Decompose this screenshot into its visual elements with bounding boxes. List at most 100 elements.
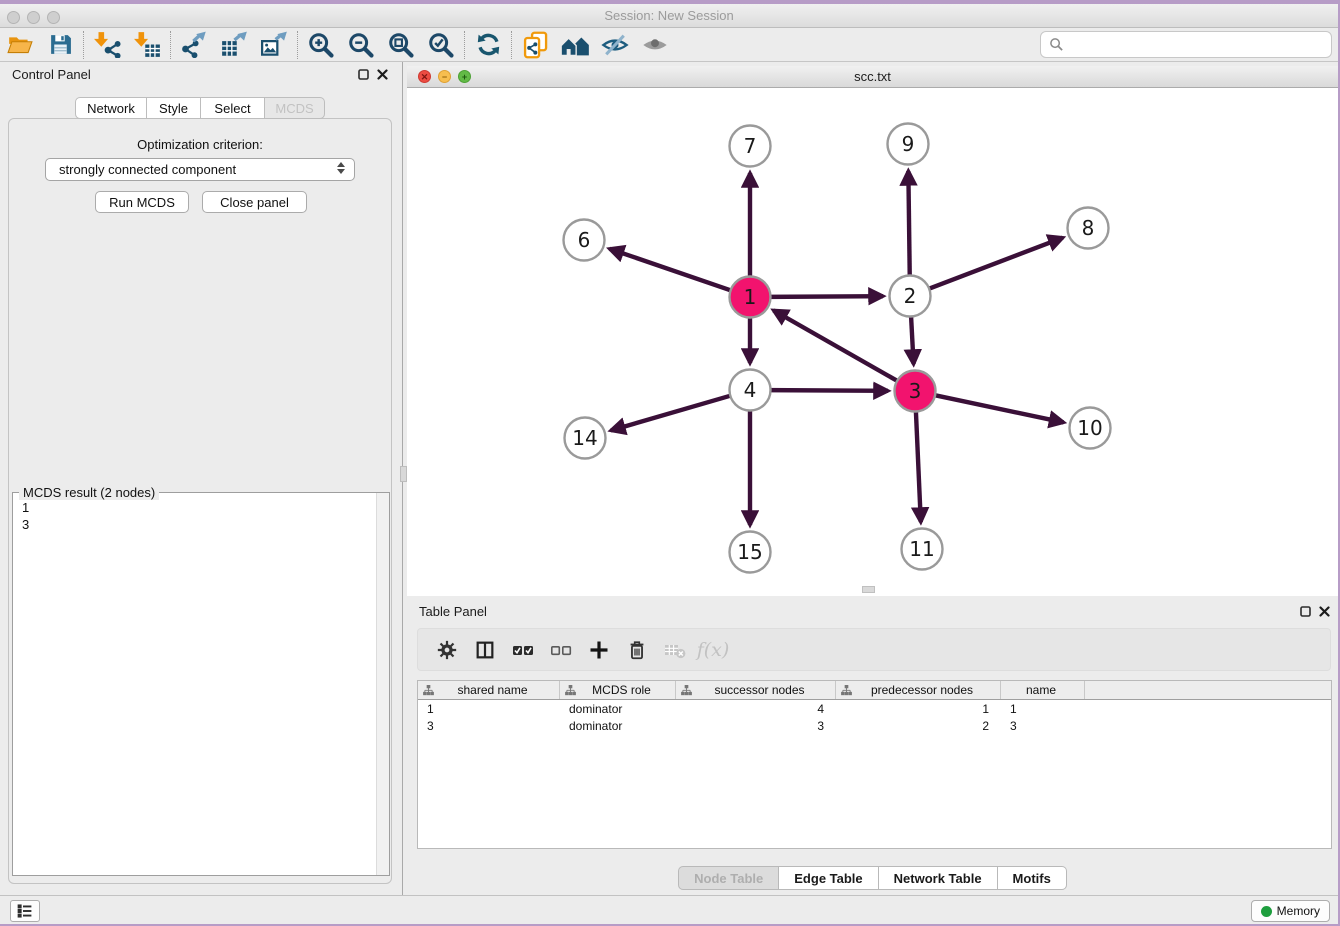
task-history-button[interactable]: [10, 900, 40, 922]
node-3[interactable]: 3: [895, 371, 936, 412]
select-all-icon: [511, 638, 535, 662]
import-table-button[interactable]: [127, 29, 167, 61]
criterion-dropdown[interactable]: strongly connected component: [45, 158, 355, 181]
cell-shared-name[interactable]: 1: [418, 702, 560, 716]
panel-divider[interactable]: [400, 62, 407, 895]
save-session-button[interactable]: [40, 29, 80, 61]
control-panel-header: Control Panel: [0, 62, 400, 86]
zoom-fit-button[interactable]: [381, 29, 421, 61]
refresh-layout-button[interactable]: [468, 29, 508, 61]
node-label: 10: [1077, 416, 1102, 440]
add-row-button[interactable]: [580, 632, 618, 668]
export-network-button[interactable]: [174, 29, 214, 61]
cell-mcds-role[interactable]: dominator: [560, 702, 676, 716]
node-10[interactable]: 10: [1070, 408, 1111, 449]
node-6[interactable]: 6: [564, 220, 605, 261]
column-label: successor nodes: [692, 683, 835, 697]
node-15[interactable]: 15: [730, 532, 771, 573]
function-builder-button[interactable]: f(x): [694, 632, 732, 668]
cell-mcds-role[interactable]: dominator: [560, 719, 676, 733]
column-header-predecessor-nodes[interactable]: predecessor nodes: [836, 681, 1001, 699]
network-canvas[interactable]: 7 9 6 8 1 2 4 3 14 10 15 11: [407, 88, 1338, 592]
edge-1-2[interactable]: [769, 296, 883, 297]
float-panel-icon[interactable]: [358, 69, 369, 80]
column-header-mcds-role[interactable]: MCDS role: [560, 681, 676, 699]
cell-predecessor-nodes[interactable]: 2: [836, 719, 1001, 733]
zoom-selected-button[interactable]: [421, 29, 461, 61]
clone-network-button[interactable]: [515, 29, 555, 61]
toolbar-separator: [464, 31, 465, 59]
search-field[interactable]: [1040, 31, 1332, 58]
table-row[interactable]: 1 dominator 4 1 1: [418, 700, 1331, 717]
node-1[interactable]: 1: [730, 277, 771, 318]
delete-row-button[interactable]: [618, 632, 656, 668]
column-header-successor-nodes[interactable]: successor nodes: [676, 681, 836, 699]
split-columns-button[interactable]: [466, 632, 504, 668]
node-7[interactable]: 7: [730, 126, 771, 167]
edge-4-3[interactable]: [769, 390, 888, 391]
close-panel-icon[interactable]: [1319, 606, 1330, 617]
close-panel-icon[interactable]: [377, 69, 388, 80]
node-4[interactable]: 4: [730, 370, 771, 411]
run-mcds-button[interactable]: Run MCDS: [95, 191, 189, 213]
cell-predecessor-nodes[interactable]: 1: [836, 702, 1001, 716]
cell-shared-name[interactable]: 3: [418, 719, 560, 733]
export-table-button[interactable]: [214, 29, 254, 61]
select-all-button[interactable]: [504, 632, 542, 668]
open-session-button[interactable]: [0, 29, 40, 61]
tab-motifs[interactable]: Motifs: [998, 866, 1067, 890]
float-panel-icon[interactable]: [1300, 606, 1311, 617]
network-resize-grip[interactable]: [862, 586, 875, 593]
status-bar: Memory: [0, 895, 1338, 924]
tab-select[interactable]: Select: [201, 97, 265, 119]
edge-1-6[interactable]: [610, 249, 732, 291]
cell-name[interactable]: 3: [1001, 719, 1085, 733]
zoom-out-icon: [347, 31, 375, 59]
zoom-out-button[interactable]: [341, 29, 381, 61]
table-row[interactable]: 3 dominator 3 2 3: [418, 717, 1331, 734]
export-image-button[interactable]: [254, 29, 294, 61]
tab-edge-table[interactable]: Edge Table: [779, 866, 878, 890]
tab-network[interactable]: Network: [75, 97, 147, 119]
column-header-shared-name[interactable]: shared name: [418, 681, 560, 699]
edge-3-1[interactable]: [773, 310, 898, 381]
result-line[interactable]: 3: [14, 516, 375, 533]
divider-grip[interactable]: [400, 466, 407, 482]
edge-3-11[interactable]: [916, 410, 921, 522]
table-settings-button[interactable]: [428, 632, 466, 668]
node-8[interactable]: 8: [1068, 208, 1109, 249]
edge-3-10[interactable]: [934, 395, 1064, 422]
edge-2-9[interactable]: [908, 171, 909, 277]
tab-mcds[interactable]: MCDS: [265, 97, 325, 119]
close-panel-button[interactable]: Close panel: [202, 191, 307, 213]
tab-network-table[interactable]: Network Table: [879, 866, 998, 890]
cell-successor-nodes[interactable]: 4: [676, 702, 836, 716]
node-14[interactable]: 14: [565, 418, 606, 459]
toolbar-separator: [511, 31, 512, 59]
export-image-icon: [261, 31, 288, 58]
edge-4-14[interactable]: [611, 395, 732, 430]
result-line[interactable]: 1: [14, 499, 375, 516]
delete-table-button[interactable]: [656, 632, 694, 668]
column-header-name[interactable]: name: [1001, 681, 1085, 699]
node-2[interactable]: 2: [890, 276, 931, 317]
cell-name[interactable]: 1: [1001, 702, 1085, 716]
import-network-button[interactable]: [87, 29, 127, 61]
tab-node-table[interactable]: Node Table: [678, 866, 779, 890]
zoom-in-button[interactable]: [301, 29, 341, 61]
cell-successor-nodes[interactable]: 3: [676, 719, 836, 733]
node-9[interactable]: 9: [888, 124, 929, 165]
edge-2-3[interactable]: [911, 315, 914, 364]
toolbar-separator: [170, 31, 171, 59]
node-11[interactable]: 11: [902, 529, 943, 570]
result-scrollbar[interactable]: [376, 493, 389, 875]
node-label: 7: [744, 134, 757, 158]
hide-selected-button[interactable]: [595, 29, 635, 61]
search-input[interactable]: [1064, 35, 1331, 55]
edge-2-8[interactable]: [928, 238, 1063, 290]
tab-style[interactable]: Style: [147, 97, 201, 119]
memory-button[interactable]: Memory: [1251, 900, 1330, 922]
show-selected-button[interactable]: [635, 29, 675, 61]
show-all-networks-button[interactable]: [555, 29, 595, 61]
clear-selection-button[interactable]: [542, 632, 580, 668]
